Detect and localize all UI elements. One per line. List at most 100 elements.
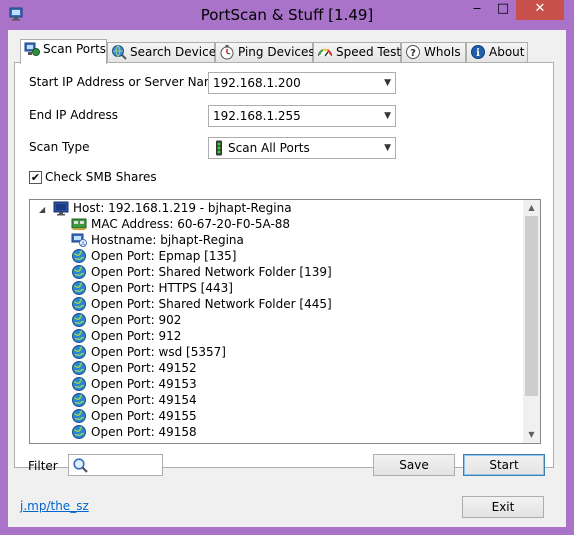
tree-item[interactable]: A Hostname: bjhapt-Regina (71, 232, 244, 248)
globe-icon (72, 313, 86, 327)
globe-icon (72, 409, 86, 423)
globe-icon (72, 377, 86, 391)
tab-label: Speed Test (336, 45, 402, 59)
tree-item-text: Open Port: wsd [5357] (91, 345, 226, 359)
scan-ports-panel: Start IP Address or Server Name 192.168.… (14, 62, 554, 468)
tree-item[interactable]: Open Port: 49158 (71, 424, 197, 440)
network-card-icon (71, 218, 87, 230)
globe-icon (72, 329, 86, 343)
tab-label: Scan Ports (43, 42, 107, 56)
tree-item-text: Open Port: 49154 (91, 393, 197, 407)
end-ip-label: End IP Address (29, 108, 118, 122)
app-window: PortScan & Stuff [1.49] ‒ □ ✕ Scan Ports (0, 0, 574, 535)
title-bar[interactable]: PortScan & Stuff [1.49] ‒ □ ✕ (0, 0, 574, 30)
globe-icon (72, 249, 86, 263)
end-ip-value: 192.168.1.255 (213, 109, 301, 123)
tree-item[interactable]: Open Port: 912 (71, 328, 181, 344)
tab-label: About (489, 45, 525, 59)
svg-text:i: i (476, 48, 480, 59)
magnifier-icon (73, 458, 88, 473)
tree-item[interactable]: Open Port: HTTPS [443] (71, 280, 233, 296)
save-button[interactable]: Save (373, 454, 455, 476)
scan-type-combo[interactable]: Scan All Ports ▼ (208, 137, 396, 159)
tab-ping-devices[interactable]: Ping Devices (215, 42, 315, 62)
end-ip-combo[interactable]: 192.168.1.255 ▼ (208, 105, 396, 127)
chevron-down-icon[interactable]: ▼ (384, 73, 391, 93)
computer-name-icon: A (71, 233, 87, 248)
stopwatch-icon (220, 45, 234, 60)
scan-type-label: Scan Type (29, 140, 90, 154)
network-computer-icon (24, 42, 40, 56)
start-ip-value: 192.168.1.200 (213, 76, 301, 90)
tree-item[interactable]: Open Port: wsd [5357] (71, 344, 226, 360)
tab-label: Ping Devices (238, 45, 315, 59)
tab-search-devices[interactable]: Search Devices (107, 42, 222, 62)
filter-label: Filter (28, 459, 58, 473)
tree-item-text: Open Port: 49155 (91, 409, 197, 423)
start-button[interactable]: Start (463, 454, 545, 476)
tab-scan-ports[interactable]: Scan Ports (20, 39, 107, 64)
scan-type-value: Scan All Ports (228, 141, 310, 155)
tab-about[interactable]: i About (466, 42, 528, 62)
globe-icon (72, 265, 86, 279)
tree-item[interactable]: Open Port: Epmap [135] (71, 248, 236, 264)
globe-icon (72, 393, 86, 407)
tree-item-text: Open Port: Shared Network Folder [445] (91, 297, 332, 311)
speedometer-icon (317, 48, 333, 57)
tab-strip: Scan Ports Search Devices Ping Devices S… (14, 39, 554, 64)
tree-host-row[interactable]: Host: 192.168.1.219 - bjhapt-Regina (53, 200, 292, 216)
scroll-up-icon[interactable]: ▲ (523, 200, 540, 216)
tree-item[interactable]: Open Port: 49152 (71, 360, 197, 376)
tree-item[interactable]: Open Port: Shared Network Folder [139] (71, 264, 332, 280)
client-area: Scan Ports Search Devices Ping Devices S… (8, 30, 566, 527)
tree-host-text: Host: 192.168.1.219 - bjhapt-Regina (73, 201, 292, 215)
tab-whois[interactable]: ? WhoIs (401, 42, 466, 62)
maximize-button[interactable]: □ (490, 0, 516, 20)
tree-item-text: Open Port: HTTPS [443] (91, 281, 233, 295)
results-tree[interactable]: ◢ Host: 192.168.1.219 - bjhapt-Regina MA… (29, 199, 541, 444)
traffic-light-icon (216, 140, 222, 156)
tree-item-text: MAC Address: 60-67-20-F0-5A-88 (91, 217, 291, 231)
tree-item-text: Open Port: 49152 (91, 361, 197, 375)
tree-item-text: Open Port: Shared Network Folder [139] (91, 265, 332, 279)
exit-button[interactable]: Exit (462, 496, 544, 518)
help-circle-icon: ? (406, 45, 420, 59)
chevron-down-icon[interactable]: ▼ (384, 106, 391, 126)
tree-item[interactable]: Open Port: 49155 (71, 408, 197, 424)
tree-item[interactable]: MAC Address: 60-67-20-F0-5A-88 (71, 216, 290, 232)
tree-item-text: Open Port: 49158 (91, 425, 197, 439)
tree-item-text: Open Port: Epmap [135] (91, 249, 237, 263)
tab-speed-test[interactable]: Speed Test (313, 42, 401, 62)
tree-item-text: Open Port: 912 (91, 329, 182, 343)
collapse-icon[interactable]: ◢ (39, 205, 45, 214)
info-icon: i (471, 45, 485, 59)
tree-item[interactable]: Open Port: 49154 (71, 392, 197, 408)
smb-label[interactable]: Check SMB Shares (45, 170, 157, 184)
svg-text:?: ? (410, 48, 416, 59)
start-ip-combo[interactable]: 192.168.1.200 ▼ (208, 72, 396, 94)
chevron-down-icon[interactable]: ▼ (384, 138, 391, 158)
tree-item-text: Open Port: 49153 (91, 377, 197, 391)
globe-icon (72, 361, 86, 375)
globe-icon (72, 425, 86, 439)
website-link[interactable]: j.mp/the_sz (20, 499, 89, 513)
minimize-button[interactable]: ‒ (464, 0, 490, 20)
tree-item[interactable]: Open Port: 49153 (71, 376, 197, 392)
tab-label: Search Devices (130, 45, 223, 59)
tree-item[interactable]: Open Port: Shared Network Folder [445] (71, 296, 332, 312)
scroll-thumb[interactable] (525, 216, 538, 396)
tree-scrollbar[interactable]: ▲ ▼ (523, 200, 540, 443)
globe-icon (72, 281, 86, 295)
tree-item[interactable]: Open Port: 902 (71, 312, 181, 328)
scroll-down-icon[interactable]: ▼ (523, 427, 540, 443)
globe-icon (72, 297, 86, 311)
tree-item-text: Hostname: bjhapt-Regina (91, 233, 244, 247)
close-button[interactable]: ✕ (516, 0, 564, 20)
smb-checkbox[interactable]: ✔ (29, 171, 42, 184)
start-ip-label: Start IP Address or Server Name (29, 75, 223, 89)
monitor-icon (53, 201, 69, 216)
globe-search-icon (112, 45, 127, 60)
filter-input[interactable] (68, 454, 163, 476)
tab-label: WhoIs (424, 45, 461, 59)
globe-icon (72, 345, 86, 359)
